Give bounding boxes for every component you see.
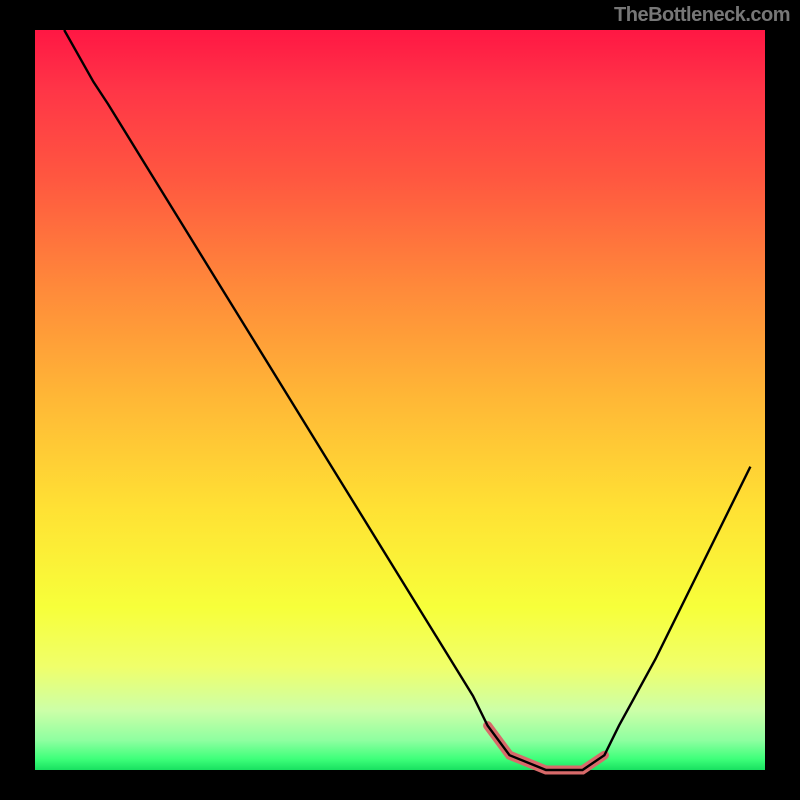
chart-frame: TheBottleneck.com bbox=[0, 0, 800, 800]
bottleneck-chart bbox=[0, 0, 800, 800]
watermark-text: TheBottleneck.com bbox=[614, 4, 790, 27]
